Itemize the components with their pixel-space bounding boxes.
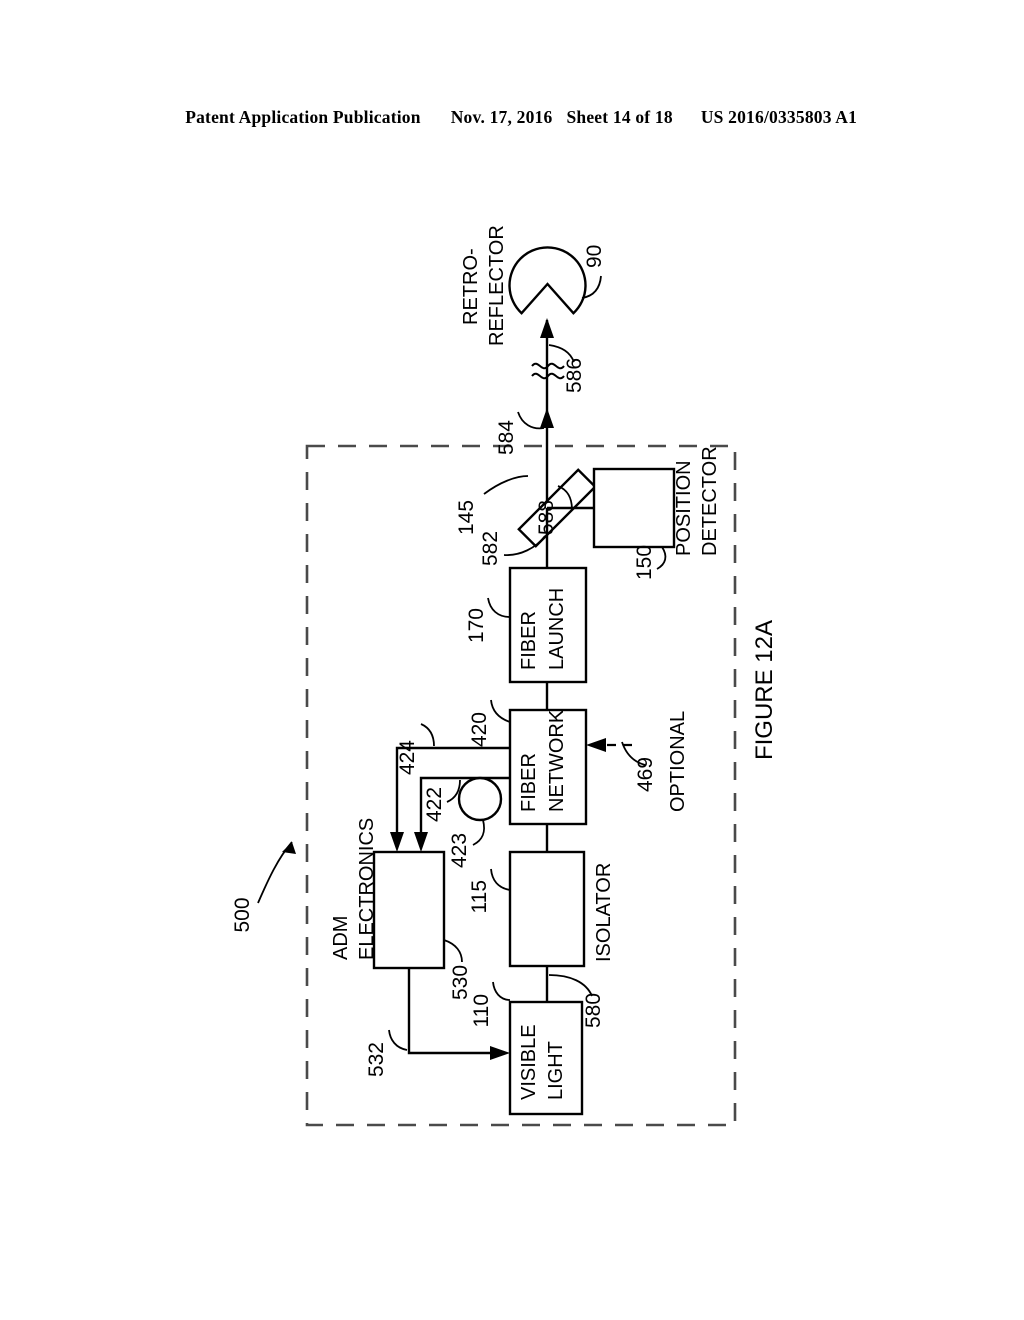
- ref-145: 145: [455, 500, 478, 535]
- ref-532: 532: [365, 1042, 388, 1077]
- ref-580: 580: [582, 993, 605, 1028]
- ref-500: 500: [231, 897, 254, 932]
- position-detector-box: [592, 467, 676, 549]
- ref-584: 584: [495, 420, 518, 455]
- beam-arrow-584: [540, 408, 554, 428]
- control-532-arrow: [490, 1046, 510, 1060]
- position-detector-label-line1: POSITION: [673, 460, 695, 556]
- ref-530-leader: [443, 939, 463, 963]
- adm-label-line1: ADM: [330, 916, 352, 960]
- adm-electronics-box: [372, 850, 446, 970]
- ref-110-leader: [492, 981, 511, 1001]
- fiber-network-label-line1: FIBER: [518, 753, 540, 812]
- ref-423: 423: [448, 833, 471, 868]
- retroreflector-label-line2: REFLECTOR: [486, 225, 508, 346]
- ref-110: 110: [470, 994, 493, 1027]
- ref-115: 115: [468, 880, 491, 913]
- ref-580-leader: [548, 974, 593, 997]
- ref-150: 150: [633, 545, 656, 580]
- ref-150-leader: [656, 546, 667, 570]
- fiber-launch-label-line2: LAUNCH: [546, 588, 568, 670]
- ref-424: 424: [396, 740, 419, 775]
- fiber-network-label-line2: NETWORK: [546, 709, 568, 812]
- ref-145-leader: [483, 475, 529, 495]
- ref-170: 170: [465, 608, 488, 643]
- ref-469: 469: [634, 757, 657, 792]
- optional-input-arrow: [586, 738, 606, 752]
- detector-node-423: [457, 776, 503, 822]
- ref-582: 582: [479, 531, 502, 566]
- visible-light-label-line1: VISIBLE: [518, 1024, 540, 1100]
- adm-label-line2: ELECTRONICS: [356, 818, 378, 960]
- retroreflector-symbol: [508, 246, 587, 315]
- figure-12a-diagram: 500 90 RETRO- REFLECTOR 586 584 145 582 …: [231, 225, 778, 1127]
- ref-422: 422: [423, 787, 446, 822]
- ref-530: 530: [449, 965, 472, 1000]
- ref-115-leader: [490, 868, 511, 891]
- ref-500-leader: [257, 841, 296, 904]
- retroreflector-label-line1: RETRO-: [460, 248, 482, 325]
- ref-423-leader: [472, 819, 486, 846]
- ref-424-leader: [420, 723, 435, 747]
- ref-586: 586: [563, 358, 586, 393]
- ref-420-leader: [490, 699, 511, 723]
- ref-90: 90: [583, 245, 606, 268]
- figure-caption: FIGURE 12A: [751, 620, 778, 760]
- ref-584-leader: [517, 411, 545, 430]
- visible-light-label-line2: LIGHT: [545, 1041, 567, 1100]
- fiber-launch-label-line1: FIBER: [518, 611, 540, 670]
- patent-page: Patent Application Publication Nov. 17, 2…: [0, 0, 1024, 1320]
- isolator-box: [508, 850, 586, 968]
- ref-532-leader: [388, 1029, 408, 1051]
- signal-422-arrow: [414, 832, 428, 852]
- position-detector-label-line2: DETECTOR: [699, 446, 721, 556]
- optional-label: OPTIONAL: [667, 711, 689, 812]
- ref-420: 420: [468, 712, 491, 747]
- ref-170-leader: [487, 597, 511, 618]
- beam-arrow-up-retro: [540, 318, 554, 338]
- signal-424-arrow: [390, 832, 404, 852]
- isolator-label: ISOLATOR: [593, 863, 615, 962]
